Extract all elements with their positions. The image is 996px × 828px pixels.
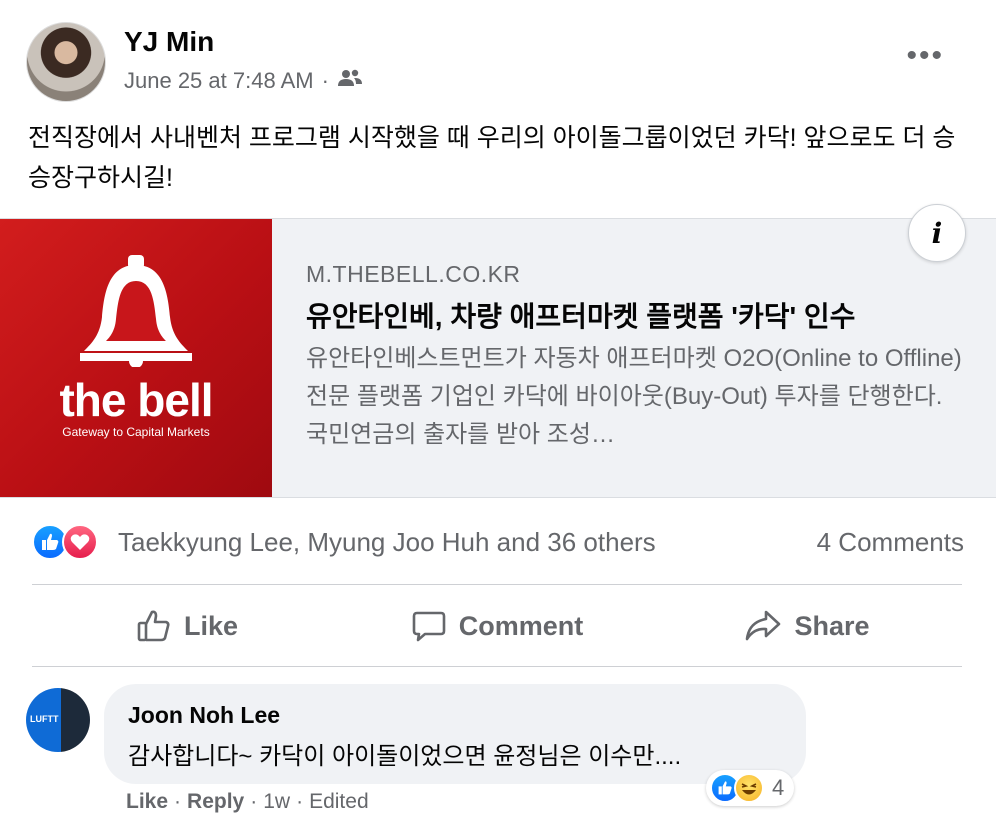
separator-dot: · xyxy=(174,790,182,813)
friends-icon[interactable] xyxy=(337,68,363,94)
avatar-logo-text: LUFTT xyxy=(30,714,59,724)
divider xyxy=(32,666,962,667)
link-title[interactable]: 유안타인베, 차량 애프터마켓 플랫폼 '카닥' 인수 xyxy=(306,298,976,336)
info-icon[interactable]: i xyxy=(908,204,966,262)
love-reaction-icon xyxy=(62,524,98,560)
comment-actions: Like · Reply · 1w · Edited xyxy=(126,790,369,814)
comment-item: LUFTT Joon Noh Lee 감사합니다~ 카닥이 아이돌이었으면 윤정… xyxy=(26,684,966,824)
author-avatar[interactable] xyxy=(26,22,106,102)
link-preview[interactable]: the bell Gateway to Capital Markets M.TH… xyxy=(0,218,996,498)
reactions-summary: Taekkyung Lee, Myung Joo Huh and 36 othe… xyxy=(32,520,964,564)
comment-age[interactable]: 1w xyxy=(263,790,290,814)
link-text[interactable]: M.THEBELL.CO.KR 유안타인베, 차량 애프터마켓 플랫폼 '카닥'… xyxy=(306,261,976,454)
separator-dot: · xyxy=(296,790,304,813)
thumbnail-subtitle: Gateway to Capital Markets xyxy=(62,425,210,439)
share-icon xyxy=(746,610,781,641)
comments-count[interactable]: 4 Comments xyxy=(817,527,964,558)
post-meta: June 25 at 7:48 AM · xyxy=(124,68,363,94)
author-name[interactable]: YJ Min xyxy=(124,26,214,58)
post-timestamp[interactable]: June 25 at 7:48 AM xyxy=(124,68,314,94)
like-button[interactable]: Like xyxy=(32,586,342,666)
like-label: Like xyxy=(183,610,239,641)
comment-button[interactable]: Comment xyxy=(342,586,652,666)
separator-dot: · xyxy=(250,790,258,813)
post-card: YJ Min June 25 at 7:48 AM · ••• 전직장에서 사내… xyxy=(0,0,996,828)
post-header: YJ Min June 25 at 7:48 AM · ••• xyxy=(24,20,964,106)
share-button[interactable]: Share xyxy=(652,586,962,666)
bell-logo-icon xyxy=(80,255,192,367)
link-domain: M.THEBELL.CO.KR xyxy=(306,261,521,287)
haha-reaction-icon xyxy=(734,773,764,803)
divider xyxy=(32,584,962,585)
share-label: Share xyxy=(794,610,870,641)
post-text: 전직장에서 사내벤처 프로그램 시작했을 때 우리의 아이돌그룹이었던 카닥! … xyxy=(28,124,956,192)
link-description: 유안타인베스트먼트가 자동차 애프터마켓 O2O(Online to Offli… xyxy=(306,345,962,448)
post-actions: Like Comment Share xyxy=(32,586,962,666)
comment-reactions[interactable]: 4 xyxy=(706,770,795,806)
commenter-name[interactable]: Joon Noh Lee xyxy=(128,702,280,729)
comment-bubble: Joon Noh Lee 감사합니다~ 카닥이 아이돌이었으면 윤정님은 이수만… xyxy=(104,684,806,784)
reaction-names[interactable]: Taekkyung Lee, Myung Joo Huh and 36 othe… xyxy=(118,527,656,558)
comment-reaction-count: 4 xyxy=(772,775,785,800)
comment-reply-link[interactable]: Reply xyxy=(187,790,244,814)
comment-icon xyxy=(412,611,446,642)
meta-separator: · xyxy=(321,68,329,93)
commenter-avatar[interactable]: LUFTT xyxy=(26,688,90,752)
edited-label: Edited xyxy=(309,790,369,813)
comment-text: 감사합니다~ 카닥이 아이돌이었으면 윤정님은 이수만.... xyxy=(128,743,682,770)
thumbs-up-icon xyxy=(137,610,170,642)
comment-label: Comment xyxy=(458,610,584,641)
comment-like-link[interactable]: Like xyxy=(126,790,168,814)
more-options-button[interactable]: ••• xyxy=(906,41,944,71)
link-thumbnail[interactable]: the bell Gateway to Capital Markets xyxy=(0,219,272,497)
reaction-icons[interactable] xyxy=(32,522,104,562)
thumbnail-title: the bell xyxy=(59,374,213,426)
